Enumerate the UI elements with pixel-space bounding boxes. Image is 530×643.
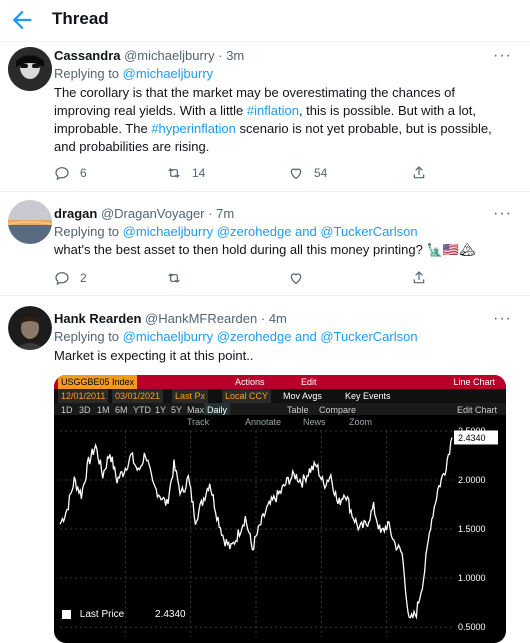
replying-to-link[interactable]: @michaeljburry — [123, 66, 214, 81]
retweet-icon — [168, 168, 180, 178]
y-tick-label: 1.0000 — [458, 573, 486, 583]
reply-count: 6 — [80, 166, 87, 180]
avatar[interactable] — [8, 47, 52, 91]
hashtag-link[interactable]: #inflation — [247, 103, 299, 118]
view-label: Line Chart — [453, 377, 495, 387]
tweet-header: dragan @DraganVoyager · 7m — [54, 206, 234, 221]
current-value-label: 2.4340 — [458, 433, 486, 443]
heart-icon — [290, 168, 302, 180]
edit-menu[interactable]: Edit — [298, 375, 320, 389]
retweet-button[interactable] — [166, 269, 182, 287]
more-options-icon[interactable]: ··· — [493, 311, 512, 327]
legend-value: 2.4340 — [155, 609, 186, 620]
tweet-text: The corollary is that the market may be … — [54, 84, 504, 156]
replying-to-link[interactable]: @michaeljburry @zerohedge and @TuckerCar… — [123, 329, 418, 344]
avatar[interactable] — [8, 306, 52, 350]
avatar-sunset-icon — [8, 200, 52, 244]
tweet-dragan[interactable]: dragan @DraganVoyager · 7m ··· Replying … — [0, 192, 530, 296]
text-part: what's the best asset to then hold durin… — [54, 242, 423, 257]
date-to[interactable]: 03/01/2021 — [112, 389, 164, 403]
replying-prefix: Replying to — [54, 224, 120, 239]
author-name[interactable]: dragan — [54, 206, 97, 221]
tweet-text: what's the best asset to then hold durin… — [54, 241, 514, 259]
heart-icon — [290, 273, 302, 285]
retweet-icon — [168, 273, 180, 283]
page-title: Thread — [52, 9, 109, 28]
legend-label: Last Price — [79, 609, 125, 620]
bloomberg-title-bar: USGGBE05 Index Actions Edit Line Chart — [54, 375, 506, 389]
share-button[interactable] — [411, 164, 427, 182]
chart-legend: Last Price 2.4340 — [62, 609, 186, 620]
like-button[interactable] — [288, 269, 304, 287]
key-events[interactable]: Key Events — [342, 389, 394, 403]
tweet-header: Hank Rearden @HankMFRearden · 4m — [54, 311, 287, 326]
reply-button[interactable]: 2 — [54, 269, 87, 287]
reply-icon — [55, 167, 69, 181]
tweet-cassandra[interactable]: Cassandra @michaeljburry · 3m ··· Replyi… — [0, 42, 530, 192]
timestamp[interactable]: 7m — [216, 206, 234, 221]
y-tick-label: 1.5000 — [458, 524, 486, 534]
bloomberg-params-bar: 12/01/2011 03/01/2021 Last Px Local CCY … — [54, 389, 506, 403]
ticker-field[interactable]: USGGBE05 Index — [58, 375, 138, 389]
hashtag-link[interactable]: #hyperinflation — [151, 121, 236, 136]
share-button[interactable] — [411, 269, 427, 287]
tweet-text: Market is expecting it at this point.. — [54, 348, 254, 363]
like-count: 54 — [314, 166, 328, 180]
mov-avgs[interactable]: Mov Avgs — [280, 389, 325, 403]
retweet-button[interactable]: 14 — [166, 164, 205, 182]
like-button[interactable]: 54 — [288, 164, 327, 182]
reply-icon — [55, 272, 69, 286]
tweet-actions: 6 14 54 — [54, 164, 444, 182]
back-arrow-icon[interactable] — [8, 6, 36, 34]
separator: · — [208, 206, 213, 221]
replying-to: Replying to @michaeljburry @zerohedge an… — [54, 329, 418, 344]
y-tick-label: 0.5000 — [458, 622, 486, 632]
replying-to: Replying to @michaeljburry — [54, 66, 213, 81]
reply-button[interactable]: 6 — [54, 164, 87, 182]
author-handle[interactable]: @HankMFRearden — [145, 311, 257, 326]
emoji-text: 🗽🇺🇸🏔 — [426, 242, 476, 257]
currency-select[interactable]: Local CCY — [222, 389, 272, 403]
y-tick-label: 2.0000 — [458, 475, 486, 485]
share-icon — [413, 271, 425, 284]
share-icon — [413, 166, 425, 179]
retweet-count: 14 — [192, 166, 206, 180]
thread-header: Thread — [0, 0, 530, 42]
avatar-portrait-icon — [8, 47, 52, 91]
tweet-media-chart[interactable]: USGGBE05 Index Actions Edit Line Chart 1… — [54, 375, 506, 643]
replying-prefix: Replying to — [54, 66, 120, 81]
separator: · — [218, 48, 223, 63]
author-handle[interactable]: @michaeljburry — [124, 48, 215, 63]
tweet-header: Cassandra @michaeljburry · 3m — [54, 48, 244, 63]
replying-to: Replying to @michaeljburry @zerohedge an… — [54, 224, 418, 239]
timestamp[interactable]: 4m — [269, 311, 287, 326]
reply-count: 2 — [80, 271, 87, 285]
actions-menu[interactable]: Actions — [232, 375, 268, 389]
avatar[interactable] — [8, 200, 52, 244]
field-select[interactable]: Last Px — [172, 389, 209, 403]
separator: · — [260, 311, 266, 326]
avatar-portrait-icon — [8, 306, 52, 350]
tweet-actions: 2 — [54, 269, 444, 287]
author-handle[interactable]: @DraganVoyager — [101, 206, 205, 221]
replying-prefix: Replying to — [54, 329, 120, 344]
author-name[interactable]: Hank Rearden — [54, 311, 141, 326]
timestamp[interactable]: 3m — [226, 48, 244, 63]
author-name[interactable]: Cassandra — [54, 48, 120, 63]
more-options-icon[interactable]: ··· — [493, 206, 512, 222]
more-options-icon[interactable]: ··· — [493, 48, 512, 64]
replying-to-link[interactable]: @michaeljburry @zerohedge and @TuckerCar… — [123, 224, 418, 239]
legend-swatch — [62, 609, 71, 619]
date-from[interactable]: 12/01/2011 — [58, 389, 109, 403]
